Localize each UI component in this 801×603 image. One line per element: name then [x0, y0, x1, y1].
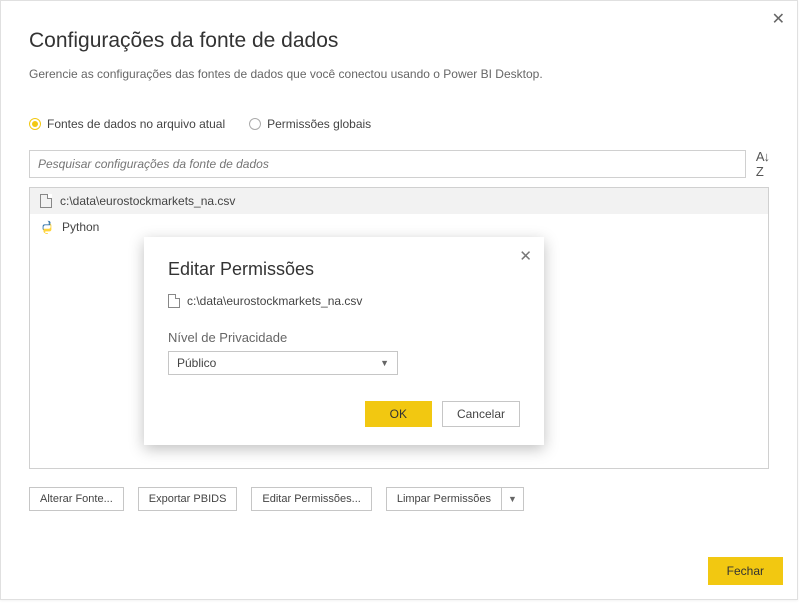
- chevron-down-icon: ▼: [508, 494, 517, 504]
- close-button[interactable]: Fechar: [708, 557, 783, 585]
- radio-label: Permissões globais: [267, 117, 371, 131]
- radio-current-file[interactable]: Fontes de dados no arquivo atual: [29, 117, 225, 131]
- list-item-label: c:\data\eurostockmarkets_na.csv: [60, 194, 235, 208]
- list-item-label: Python: [62, 220, 99, 234]
- search-row: A↓Z: [29, 149, 769, 179]
- radio-icon: [249, 118, 261, 130]
- file-icon: [40, 194, 52, 208]
- data-source-settings-window: ✕ Configurações da fonte de dados Gerenc…: [0, 0, 798, 600]
- cancel-button[interactable]: Cancelar: [442, 401, 520, 427]
- dialog-file-path: c:\data\eurostockmarkets_na.csv: [187, 294, 362, 308]
- sort-az-icon[interactable]: A↓Z: [756, 149, 769, 179]
- radio-global-permissions[interactable]: Permissões globais: [249, 117, 371, 131]
- change-source-button[interactable]: Alterar Fonte...: [29, 487, 124, 511]
- edit-permissions-dialog: ✕ Editar Permissões c:\data\eurostockmar…: [144, 237, 544, 445]
- dialog-title: Editar Permissões: [168, 259, 520, 280]
- page-title: Configurações da fonte de dados: [29, 29, 769, 53]
- privacy-level-label: Nível de Privacidade: [168, 330, 520, 345]
- dialog-file-row: c:\data\eurostockmarkets_na.csv: [168, 294, 520, 308]
- export-pbids-button[interactable]: Exportar PBIDS: [138, 487, 238, 511]
- clear-permissions-button[interactable]: Limpar Permissões: [386, 487, 502, 511]
- page-subtitle: Gerencie as configurações das fontes de …: [29, 67, 769, 81]
- chevron-down-icon: ▼: [380, 358, 389, 368]
- radio-icon: [29, 118, 41, 130]
- clear-permissions-dropdown[interactable]: ▼: [502, 487, 524, 511]
- privacy-level-dropdown[interactable]: Público ▼: [168, 351, 398, 375]
- ok-button[interactable]: OK: [365, 401, 432, 427]
- dropdown-value: Público: [177, 356, 216, 370]
- edit-permissions-button[interactable]: Editar Permissões...: [251, 487, 371, 511]
- close-icon[interactable]: ✕: [772, 9, 785, 29]
- scope-radio-group: Fontes de dados no arquivo atual Permiss…: [29, 117, 769, 131]
- search-input[interactable]: [29, 150, 746, 178]
- action-buttons: Alterar Fonte... Exportar PBIDS Editar P…: [1, 469, 797, 511]
- file-icon: [168, 294, 180, 308]
- footer-buttons: Fechar: [708, 557, 783, 585]
- clear-permissions-group: Limpar Permissões ▼: [386, 487, 524, 511]
- radio-label: Fontes de dados no arquivo atual: [47, 117, 225, 131]
- list-item[interactable]: c:\data\eurostockmarkets_na.csv: [30, 188, 768, 214]
- close-icon[interactable]: ✕: [519, 247, 532, 265]
- dialog-buttons: OK Cancelar: [168, 401, 520, 427]
- python-icon: [40, 220, 54, 234]
